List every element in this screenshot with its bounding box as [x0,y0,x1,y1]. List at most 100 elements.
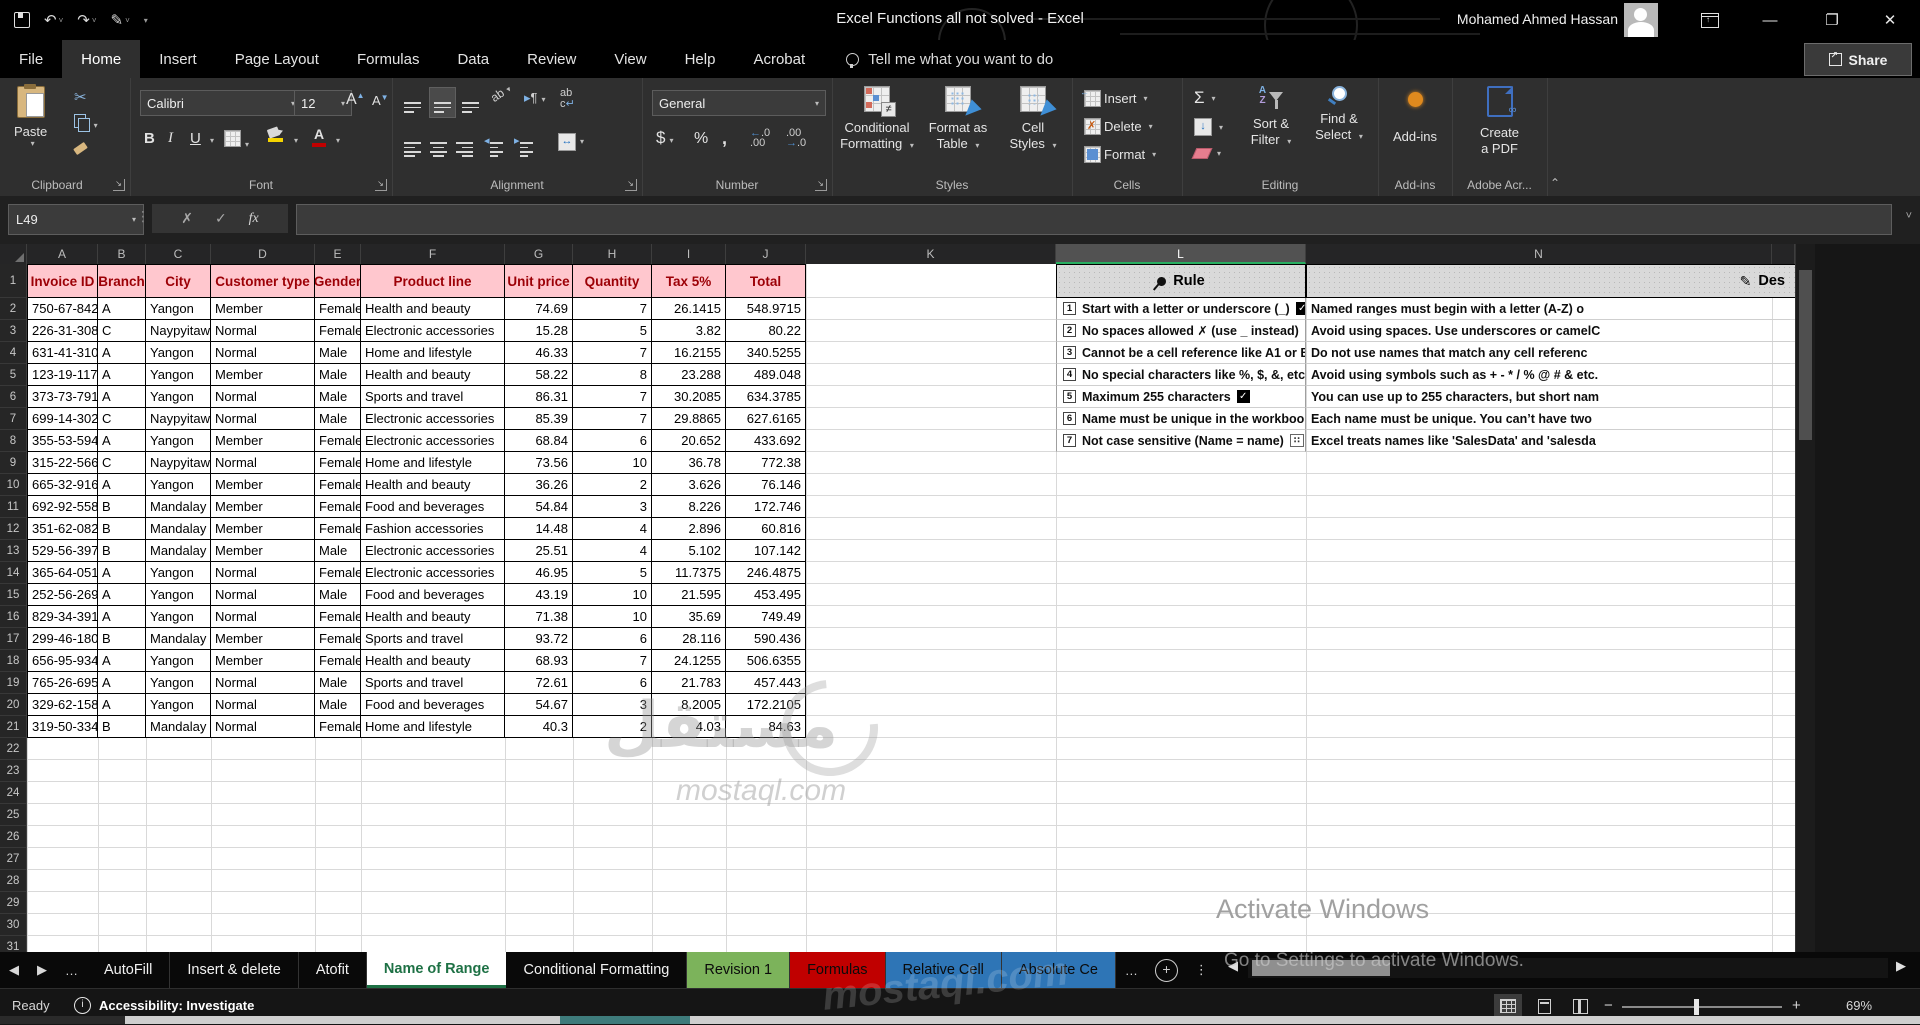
description-item-6[interactable]: Each name must be unique. You can’t have… [1306,408,1790,430]
row-header-25[interactable]: 25 [0,804,26,826]
description-item-1[interactable]: Named ranges must begin with a letter (A… [1306,298,1790,320]
cell-G2[interactable]: 74.69 [505,298,573,320]
cell-D21[interactable]: Normal [211,716,315,738]
cell-F12[interactable]: Fashion accessories [361,518,505,540]
cell-J20[interactable]: 172.2105 [726,694,806,716]
number-format-select[interactable]: General▾ [652,90,826,116]
column-header-G[interactable]: G [505,244,573,264]
cell-E9[interactable]: Female [315,452,361,474]
table-header-gender[interactable]: Gender [315,264,361,298]
row-header-28[interactable]: 28 [0,870,26,892]
tell-me-box[interactable]: Tell me what you want to do [846,40,1053,78]
add-sheet-button[interactable]: + [1155,959,1178,982]
cell-H11[interactable]: 3 [573,496,652,518]
cell-C6[interactable]: Yangon [146,386,211,408]
cell-J2[interactable]: 548.9715 [726,298,806,320]
cell-D3[interactable]: Normal [211,320,315,342]
page-break-view-button[interactable] [1566,994,1594,1018]
row-header-9[interactable]: 9 [0,452,26,474]
cell-A16[interactable]: 829-34-3910 [27,606,98,628]
cell-C3[interactable]: Naypyitaw [146,320,211,342]
sheet-tab-revision-1[interactable]: Revision 1 [687,952,790,988]
cell-D6[interactable]: Normal [211,386,315,408]
cell-E11[interactable]: Female [315,496,361,518]
cell-A4[interactable]: 631-41-3108 [27,342,98,364]
cell-F4[interactable]: Home and lifestyle [361,342,505,364]
cell-B2[interactable]: A [98,298,146,320]
cell-B5[interactable]: A [98,364,146,386]
cell-B3[interactable]: C [98,320,146,342]
row-header-3[interactable]: 3 [0,320,26,342]
table-header-product-line[interactable]: Product line [361,264,505,298]
cell-B16[interactable]: A [98,606,146,628]
cell-C11[interactable]: Mandalay [146,496,211,518]
ribbon-tab-help[interactable]: Help [666,40,735,78]
cell-A12[interactable]: 351-62-0822 [27,518,98,540]
bold-button[interactable]: B [144,130,155,147]
cell-H6[interactable]: 7 [573,386,652,408]
align-right-button[interactable] [456,132,473,157]
ribbon-tab-home[interactable]: Home [62,40,140,78]
cell-E13[interactable]: Male [315,540,361,562]
cell-A2[interactable]: 750-67-8428 [27,298,98,320]
insert-cells-button[interactable]: ← Insert▾ [1084,90,1148,107]
cell-G13[interactable]: 25.51 [505,540,573,562]
cell-A18[interactable]: 656-95-9349 [27,650,98,672]
table-header-total[interactable]: Total [726,264,806,298]
cell-J14[interactable]: 246.4875 [726,562,806,584]
table-header-invoice-id[interactable]: Invoice ID [27,264,98,298]
cell-G5[interactable]: 58.22 [505,364,573,386]
cell-C18[interactable]: Yangon [146,650,211,672]
cell-G6[interactable]: 86.31 [505,386,573,408]
sheet-tab-autofill[interactable]: AutoFill [87,952,170,988]
sheet-options-dots[interactable]: ⋮ [1186,952,1218,988]
cell-I20[interactable]: 8.2005 [652,694,726,716]
cell-E5[interactable]: Male [315,364,361,386]
cell-C12[interactable]: Mandalay [146,518,211,540]
sheet-tab-atofit[interactable]: Atofit [299,952,367,988]
cell-J6[interactable]: 634.3785 [726,386,806,408]
clipboard-dialog-launcher[interactable]: ↘ [113,179,125,191]
cell-H2[interactable]: 7 [573,298,652,320]
row-header-11[interactable]: 11 [0,496,26,518]
rule-item-5[interactable]: 5Maximum 255 characters✓ [1056,386,1306,408]
cell-J10[interactable]: 76.146 [726,474,806,496]
cell-styles-button[interactable]: CellStyles ▾ [998,86,1068,154]
align-center-button[interactable] [430,132,447,157]
decrease-decimal-button[interactable]: .00→.0 [786,128,806,148]
cell-G7[interactable]: 85.39 [505,408,573,430]
row-header-8[interactable]: 8 [0,430,26,452]
cell-C15[interactable]: Yangon [146,584,211,606]
cell-I16[interactable]: 35.69 [652,606,726,628]
cell-E12[interactable]: Female [315,518,361,540]
description-item-2[interactable]: Avoid using spaces. Use underscores or c… [1306,320,1790,342]
cell-E8[interactable]: Female [315,430,361,452]
borders-button[interactable]: ▾ [224,130,249,150]
cell-J13[interactable]: 107.142 [726,540,806,562]
cell-A10[interactable]: 665-32-9167 [27,474,98,496]
undo-button[interactable]: ↶˅ [44,11,63,29]
cell-A14[interactable]: 365-64-0515 [27,562,98,584]
user-name[interactable]: Mohamed Ahmed Hassan [1457,11,1618,27]
orientation-button[interactable]: ab▾ [488,81,514,105]
text-direction-button[interactable]: ▸¶▾ [524,90,546,106]
zoom-slider[interactable] [1622,1006,1782,1008]
cell-G14[interactable]: 46.95 [505,562,573,584]
cell-G21[interactable]: 40.3 [505,716,573,738]
cell-J16[interactable]: 749.49 [726,606,806,628]
row-header-13[interactable]: 13 [0,540,26,562]
rule-item-2[interactable]: 2No spaces allowed ✗ (use _ instead) [1056,320,1306,342]
cell-C2[interactable]: Yangon [146,298,211,320]
cell-F9[interactable]: Home and lifestyle [361,452,505,474]
rule-item-1[interactable]: 1Start with a letter or underscore (_)✓ [1056,298,1306,320]
sheet-tab-formulas[interactable]: Formulas [790,952,885,988]
cell-A11[interactable]: 692-92-5582 [27,496,98,518]
cell-J18[interactable]: 506.6355 [726,650,806,672]
row-header-30[interactable]: 30 [0,914,26,936]
font-name-select[interactable]: Calibri▾ [140,90,302,116]
row-header-4[interactable]: 4 [0,342,26,364]
cell-G8[interactable]: 68.84 [505,430,573,452]
rule-item-3[interactable]: 3Cannot be a cell reference like A1 or B… [1056,342,1306,364]
cell-J21[interactable]: 84.63 [726,716,806,738]
cell-F14[interactable]: Electronic accessories [361,562,505,584]
